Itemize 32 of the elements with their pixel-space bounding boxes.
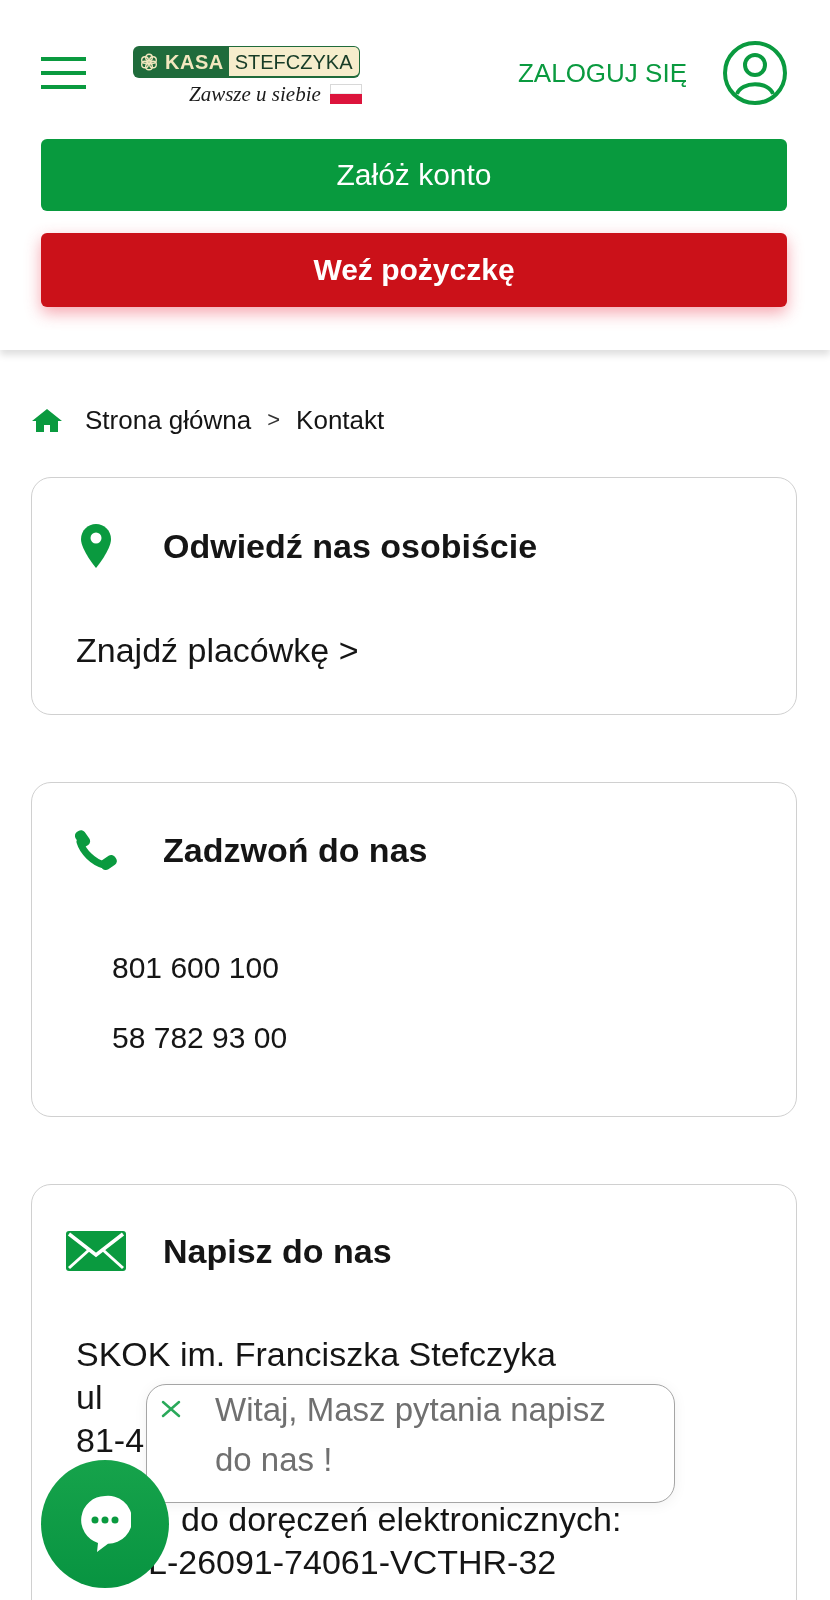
logo-label: STEFCZYKA (228, 47, 359, 76)
card-title: Odwiedź nas osobiście (163, 526, 538, 567)
card-title: Zadzwoń do nas (163, 830, 428, 871)
open-account-button[interactable]: Załóż konto (41, 139, 787, 211)
breadcrumb-link[interactable]: Strona główna (85, 405, 252, 435)
envelope-icon (66, 1231, 126, 1271)
address-line: L-26091-74061-VCTHR-32 (148, 1542, 557, 1583)
login-link[interactable]: ZALOGUJ SIĘ (517, 57, 687, 89)
user-icon[interactable] (723, 41, 787, 105)
address-line: SKOK im. Franciszka Stefczyka (76, 1334, 556, 1375)
logo[interactable]: KASA STEFCZYKA (133, 45, 360, 78)
address-line: do doręczeń elektronicznych: (181, 1499, 622, 1540)
flag-icon (329, 83, 362, 104)
address-line: ul (76, 1377, 103, 1418)
phone-icon (75, 829, 117, 871)
chat-message: Witaj, Masz pytania napisz do nas ! (215, 1390, 607, 1480)
logo-text: KASA (165, 51, 224, 72)
breadcrumb-separator: > (267, 406, 281, 434)
phone-number[interactable]: 58 782 93 00 (112, 1018, 288, 1058)
address-line: 81-4 (76, 1420, 145, 1461)
card-title: Napisz do nas (163, 1231, 392, 1272)
home-icon[interactable] (32, 408, 62, 432)
phone-number[interactable]: 801 600 100 (112, 948, 279, 988)
chat-icon (79, 1495, 131, 1553)
breadcrumb-current: Kontakt (296, 405, 385, 435)
find-branch-link[interactable]: Znajdź placówkę > (76, 628, 359, 672)
loan-button[interactable]: Weź pożyczkę (41, 233, 787, 307)
location-pin-icon (81, 524, 111, 568)
logo-flower-icon (140, 52, 158, 71)
close-icon[interactable] (161, 1400, 181, 1418)
menu-icon[interactable] (41, 57, 86, 89)
logo-tagline: Zawsze u siebie (189, 82, 321, 105)
